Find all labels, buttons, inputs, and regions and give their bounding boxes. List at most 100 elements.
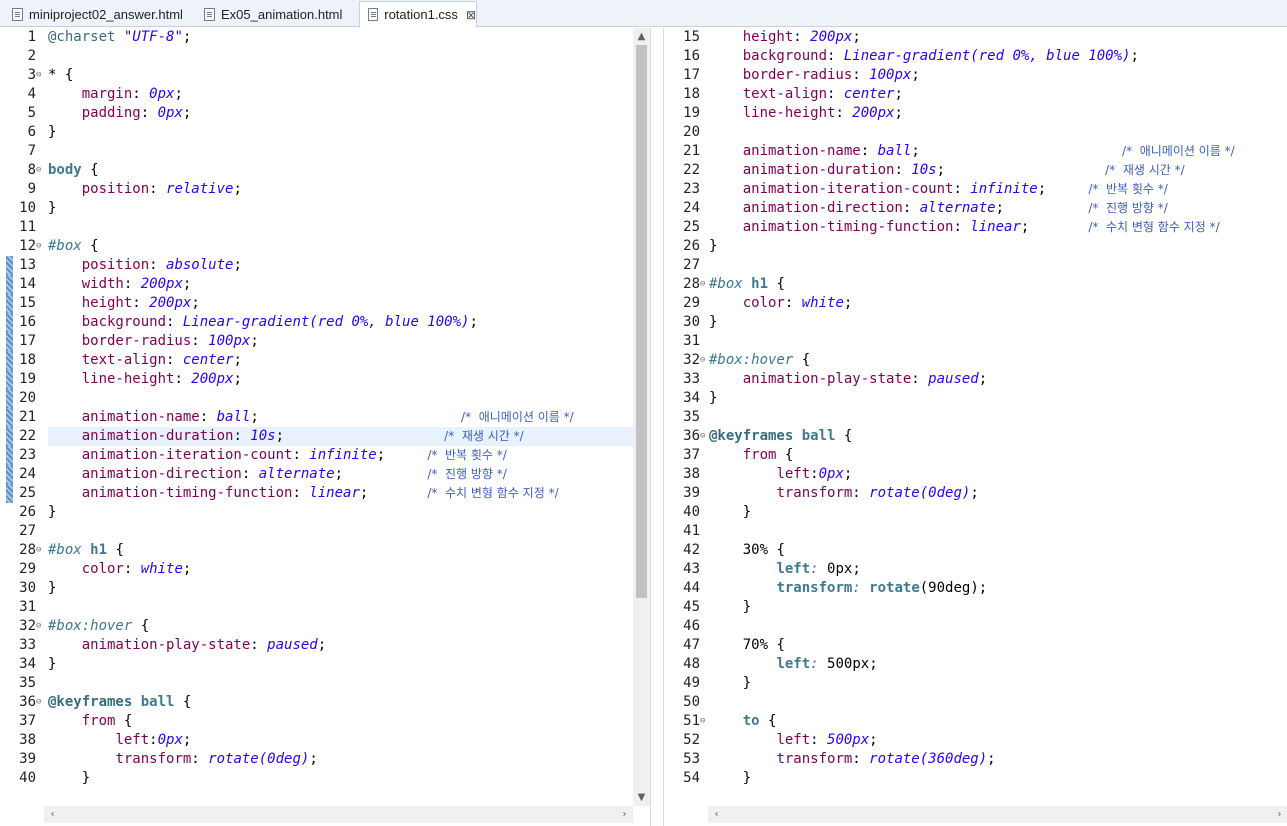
line-number: 15 [19, 295, 36, 311]
code-line[interactable]: #box:hover { [48, 617, 149, 636]
fold-toggle-icon[interactable]: ⊖ [36, 66, 41, 85]
code-line[interactable]: padding: 0px; [48, 104, 192, 123]
code-line[interactable]: } [709, 503, 751, 522]
code-line[interactable]: transform: rotate(360deg); [709, 750, 995, 769]
code-line[interactable]: background: Linear-gradient(red 0%, blue… [709, 47, 1139, 66]
code-line[interactable]: * { [48, 66, 73, 85]
code-line[interactable]: position: relative; [48, 180, 242, 199]
code-line[interactable]: transform: rotate(0deg); [709, 484, 978, 503]
fold-toggle-icon[interactable]: ⊖ [36, 161, 41, 180]
code-line[interactable]: @keyframes ball { [709, 427, 852, 446]
code-line[interactable]: animation-timing-function: linear; /* 수치… [709, 218, 1220, 237]
fold-toggle-icon[interactable]: ⊖ [36, 541, 41, 560]
code-line[interactable]: left:0px; [709, 465, 852, 484]
scroll-right-icon[interactable]: › [1271, 806, 1287, 823]
fold-toggle-icon[interactable]: ⊖ [36, 617, 41, 636]
code-line[interactable]: } [709, 598, 751, 617]
code-line[interactable]: } [709, 237, 717, 256]
code-line[interactable]: animation-duration: 10s; /* 재생 시간 */ [709, 161, 1185, 180]
fold-toggle-icon[interactable]: ⊖ [36, 693, 41, 712]
fold-toggle-icon[interactable]: ⊖ [700, 351, 705, 370]
code-line[interactable]: #box:hover { [709, 351, 810, 370]
code-line[interactable]: #box { [48, 237, 99, 256]
vertical-scrollbar[interactable]: ▲ ▼ [633, 28, 650, 806]
line-number: 10 [19, 200, 36, 216]
code-line[interactable]: text-align: center; [709, 85, 903, 104]
close-icon[interactable]: ⊠ [466, 8, 476, 22]
line-number: 19 [683, 105, 700, 121]
code-line[interactable]: 30% { [709, 541, 785, 560]
code-line[interactable]: background: Linear-gradient(red 0%, blue… [48, 313, 478, 332]
scroll-left-icon[interactable]: ‹ [44, 806, 61, 823]
tab-ex05-animation[interactable]: Ex05_animation.html [196, 2, 342, 27]
editor-tab-bar: miniproject02_answer.html Ex05_animation… [0, 0, 1287, 28]
scroll-up-icon[interactable]: ▲ [633, 28, 650, 45]
tab-miniproject02-answer[interactable]: miniproject02_answer.html [4, 2, 183, 27]
fold-toggle-icon[interactable]: ⊖ [36, 237, 41, 256]
scroll-thumb[interactable] [636, 45, 647, 598]
code-line[interactable]: border-radius: 100px; [709, 66, 920, 85]
code-line[interactable]: } [709, 389, 717, 408]
code-line[interactable]: animation-play-state: paused; [709, 370, 987, 389]
code-line[interactable]: body { [48, 161, 99, 180]
code-line[interactable]: from { [48, 712, 133, 731]
code-line[interactable]: animation-iteration-count: infinite; /* … [709, 180, 1168, 199]
code-line[interactable]: } [709, 769, 751, 788]
horizontal-scrollbar[interactable]: ‹ › [708, 806, 1287, 823]
left-editor-pane[interactable]: 1 @charset "UTF-8"; 2 3 ⊖ * {4 margin: 0px; 5 … [0, 28, 651, 826]
code-line[interactable]: line-height: 200px; [48, 370, 242, 389]
code-line[interactable]: } [48, 655, 56, 674]
code-line[interactable]: left: 0px; [709, 560, 860, 579]
code-line[interactable]: animation-iteration-count: infinite; /* … [48, 446, 507, 465]
fold-toggle-icon[interactable]: ⊖ [700, 275, 705, 294]
code-line[interactable]: } [48, 199, 56, 218]
code-line[interactable]: @charset "UTF-8"; [48, 28, 191, 47]
fold-toggle-icon[interactable]: ⊖ [700, 427, 705, 446]
code-line[interactable]: transform: rotate(90deg); [709, 579, 987, 598]
code-line[interactable]: animation-timing-function: linear; /* 수치… [48, 484, 559, 503]
code-line[interactable]: color: white; [48, 560, 192, 579]
horizontal-scrollbar[interactable]: ‹ › [44, 806, 633, 823]
code-line[interactable]: left: 500px; [709, 655, 877, 674]
code-line[interactable]: text-align: center; [48, 351, 242, 370]
code-line[interactable]: animation-play-state: paused; [48, 636, 326, 655]
scroll-down-icon[interactable]: ▼ [633, 789, 650, 806]
code-line[interactable]: height: 200px; [709, 28, 861, 47]
code-line[interactable]: left:0px; [48, 731, 191, 750]
code-line[interactable]: border-radius: 100px; [48, 332, 259, 351]
scroll-right-icon[interactable]: › [616, 806, 633, 823]
line-number: 47 [683, 637, 700, 653]
code-line[interactable]: } [709, 313, 717, 332]
code-line[interactable]: transform: rotate(0deg); [48, 750, 317, 769]
code-line[interactable]: position: absolute; [48, 256, 242, 275]
line-number: 33 [683, 371, 700, 387]
scroll-left-icon[interactable]: ‹ [708, 806, 725, 823]
line-number: 7 [27, 143, 36, 159]
code-line[interactable]: left: 500px; [709, 731, 877, 750]
code-line[interactable]: 70% { [709, 636, 785, 655]
code-line[interactable]: animation-direction: alternate; /* 진행 방향… [709, 199, 1168, 218]
code-line[interactable]: } [48, 769, 90, 788]
code-line[interactable]: @keyframes ball { [48, 693, 191, 712]
code-line[interactable]: } [48, 503, 56, 522]
code-line[interactable]: animation-direction: alternate; /* 진행 방향… [48, 465, 507, 484]
line-number: 17 [19, 333, 36, 349]
code-line[interactable]: animation-duration: 10s; /* 재생 시간 */ [48, 427, 524, 446]
code-line[interactable]: line-height: 200px; [709, 104, 903, 123]
code-line[interactable]: animation-name: ball; /* 애니메이션 이름 */ [709, 142, 1235, 161]
code-line[interactable]: animation-name: ball; /* 애니메이션 이름 */ [48, 408, 574, 427]
code-line[interactable]: } [709, 674, 751, 693]
code-line[interactable]: height: 200px; [48, 294, 200, 313]
code-line[interactable]: from { [709, 446, 794, 465]
code-line[interactable]: #box h1 { [709, 275, 785, 294]
fold-toggle-icon[interactable]: ⊖ [700, 712, 705, 731]
code-line[interactable]: } [48, 123, 56, 142]
right-editor-pane[interactable]: 15 height: 200px; 16 background: Linear-g… [663, 28, 1287, 826]
code-line[interactable]: to { [709, 712, 777, 731]
code-line[interactable]: color: white; [709, 294, 853, 313]
code-line[interactable]: margin: 0px; [48, 85, 183, 104]
code-line[interactable]: } [48, 579, 56, 598]
code-line[interactable]: #box h1 { [48, 541, 124, 560]
tab-rotation1-css[interactable]: rotation1.css ⊠ [359, 1, 477, 28]
code-line[interactable]: width: 200px; [48, 275, 192, 294]
